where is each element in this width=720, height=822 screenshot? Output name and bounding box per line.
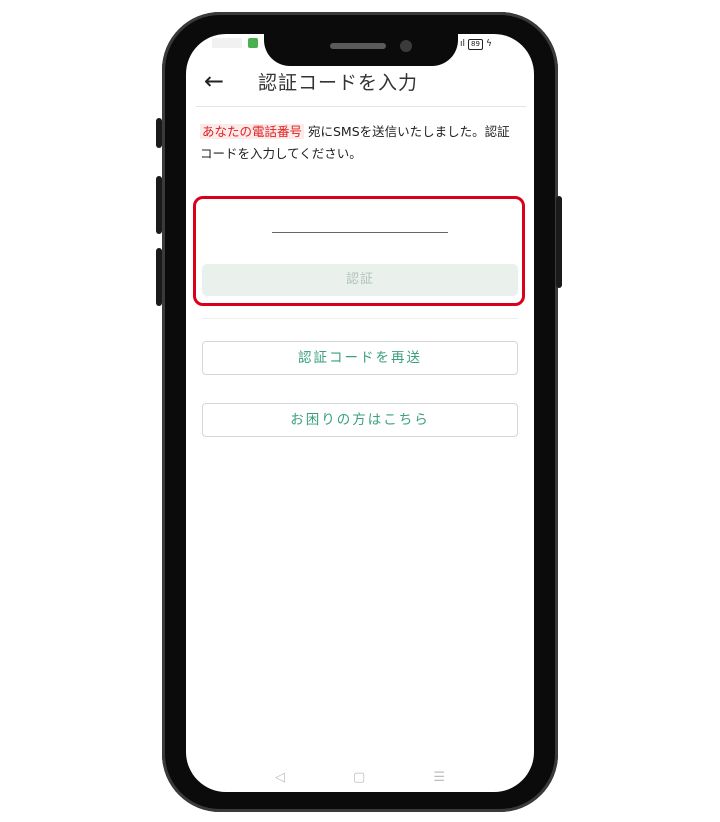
front-camera — [400, 40, 412, 52]
app-notification-icon — [248, 38, 258, 48]
help-button[interactable]: お困りの方はこちら — [202, 403, 518, 437]
volume-down-button — [156, 248, 162, 306]
status-bar-left — [212, 36, 258, 52]
phone-number-label: あなたの電話番号 — [200, 124, 305, 139]
nav-home-icon[interactable]: ▢ — [353, 770, 365, 785]
power-button — [556, 196, 562, 288]
top-app-bar: ← 認証コードを入力 — [196, 60, 526, 107]
status-bar-right: ıl 89 ϟ — [460, 36, 520, 52]
resend-code-button[interactable]: 認証コードを再送 — [202, 341, 518, 375]
page-title: 認証コードを入力 — [258, 72, 419, 94]
speaker — [330, 43, 386, 49]
sms-sent-message: あなたの電話番号 宛にSMSを送信いたしました。認証コードを入力してください。 — [200, 121, 522, 165]
charging-icon: ϟ — [485, 39, 492, 49]
system-nav-bar: ◁ ▢ ☰ — [186, 764, 534, 790]
signal-icon: ıl — [460, 39, 466, 49]
clock — [212, 38, 242, 48]
volume-switch — [156, 118, 162, 148]
volume-up-button — [156, 176, 162, 234]
nav-menu-icon[interactable]: ☰ — [433, 770, 445, 785]
divider — [202, 318, 518, 319]
nav-back-icon[interactable]: ◁ — [275, 770, 285, 785]
back-arrow-icon[interactable]: ← — [204, 66, 224, 96]
highlight-box — [193, 196, 525, 306]
battery-icon: 89 — [468, 38, 483, 50]
